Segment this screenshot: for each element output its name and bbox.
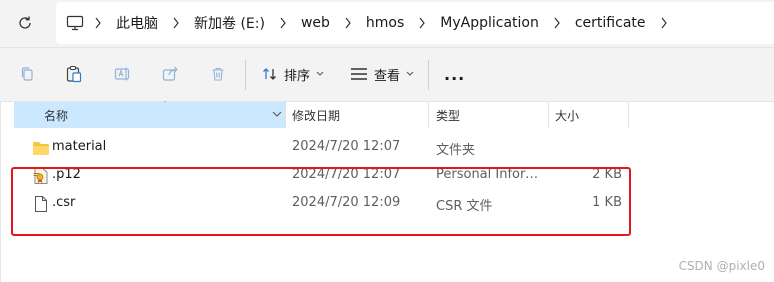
- file-row-material[interactable]: material 2024/7/20 12:07 文件夹: [14, 134, 634, 162]
- this-pc-icon[interactable]: [66, 15, 84, 31]
- address-bar-area: 此电脑 新加卷 (E:) web hmos MyApplication cert…: [0, 0, 774, 48]
- file-name: material: [52, 139, 107, 154]
- breadcrumb-myapplication[interactable]: MyApplication: [436, 15, 543, 31]
- view-icon: [351, 68, 367, 80]
- breadcrumb-this-pc[interactable]: 此电脑: [112, 13, 162, 33]
- watermark: CSDN @pixle0: [678, 259, 765, 273]
- breadcrumb-hmos[interactable]: hmos: [362, 15, 408, 31]
- folder-icon: [32, 139, 50, 157]
- chevron-down-icon: [316, 71, 324, 76]
- column-header-name[interactable]: 名称: [14, 102, 286, 128]
- chevron-right-icon[interactable]: [162, 13, 190, 33]
- column-header-size[interactable]: 大小: [549, 102, 629, 128]
- chevron-right-icon[interactable]: [408, 13, 436, 33]
- address-bar[interactable]: 此电脑 新加卷 (E:) web hmos MyApplication cert…: [56, 2, 774, 44]
- toolbar-divider: [245, 60, 246, 90]
- pane-divider: [0, 102, 1, 282]
- rename-icon: [114, 67, 130, 81]
- chevron-down-icon[interactable]: [271, 107, 283, 121]
- breadcrumb-web[interactable]: web: [297, 15, 334, 31]
- breadcrumb-certificate[interactable]: certificate: [571, 15, 650, 31]
- chevron-right-icon[interactable]: [334, 13, 362, 33]
- sort-label: 排序: [284, 68, 311, 84]
- sort-icon: [263, 68, 276, 80]
- chevron-right-icon[interactable]: [269, 13, 297, 33]
- column-header-name-label: 名称: [44, 108, 69, 123]
- share-icon: [162, 66, 178, 81]
- paste-icon: [66, 65, 82, 83]
- rename-button[interactable]: [112, 63, 134, 85]
- chevron-right-icon[interactable]: [650, 13, 678, 33]
- column-header-date-label: 修改日期: [292, 108, 341, 123]
- sort-button[interactable]: 排序: [262, 62, 324, 86]
- column-header-date[interactable]: 修改日期: [286, 102, 429, 128]
- command-bar: 排序 查看 ...: [0, 48, 774, 102]
- more-options-button[interactable]: ...: [444, 62, 465, 86]
- trash-icon: [212, 67, 224, 81]
- column-header-type-label: 类型: [436, 108, 461, 123]
- delete-button[interactable]: [207, 63, 229, 85]
- column-header-type[interactable]: 类型: [429, 102, 549, 128]
- column-header-size-label: 大小: [555, 108, 580, 123]
- refresh-icon: [19, 16, 31, 29]
- chevron-down-icon: [406, 71, 414, 76]
- file-type: 文件夹: [436, 143, 476, 158]
- toolbar-divider: [428, 60, 429, 90]
- chevron-right-icon[interactable]: [84, 13, 112, 33]
- paste-button[interactable]: [63, 63, 85, 85]
- refresh-button[interactable]: [14, 12, 36, 34]
- view-button[interactable]: 查看: [350, 62, 414, 86]
- copy-icon: [21, 67, 33, 81]
- more-icon: ...: [444, 64, 466, 84]
- breadcrumb-drive-e[interactable]: 新加卷 (E:): [190, 13, 269, 33]
- share-button[interactable]: [160, 63, 182, 85]
- chevron-right-icon[interactable]: [543, 13, 571, 33]
- file-date: 2024/7/20 12:07: [292, 139, 401, 154]
- view-label: 查看: [374, 68, 401, 84]
- annotation-highlight-box: [11, 167, 631, 236]
- copy-button[interactable]: [16, 63, 38, 85]
